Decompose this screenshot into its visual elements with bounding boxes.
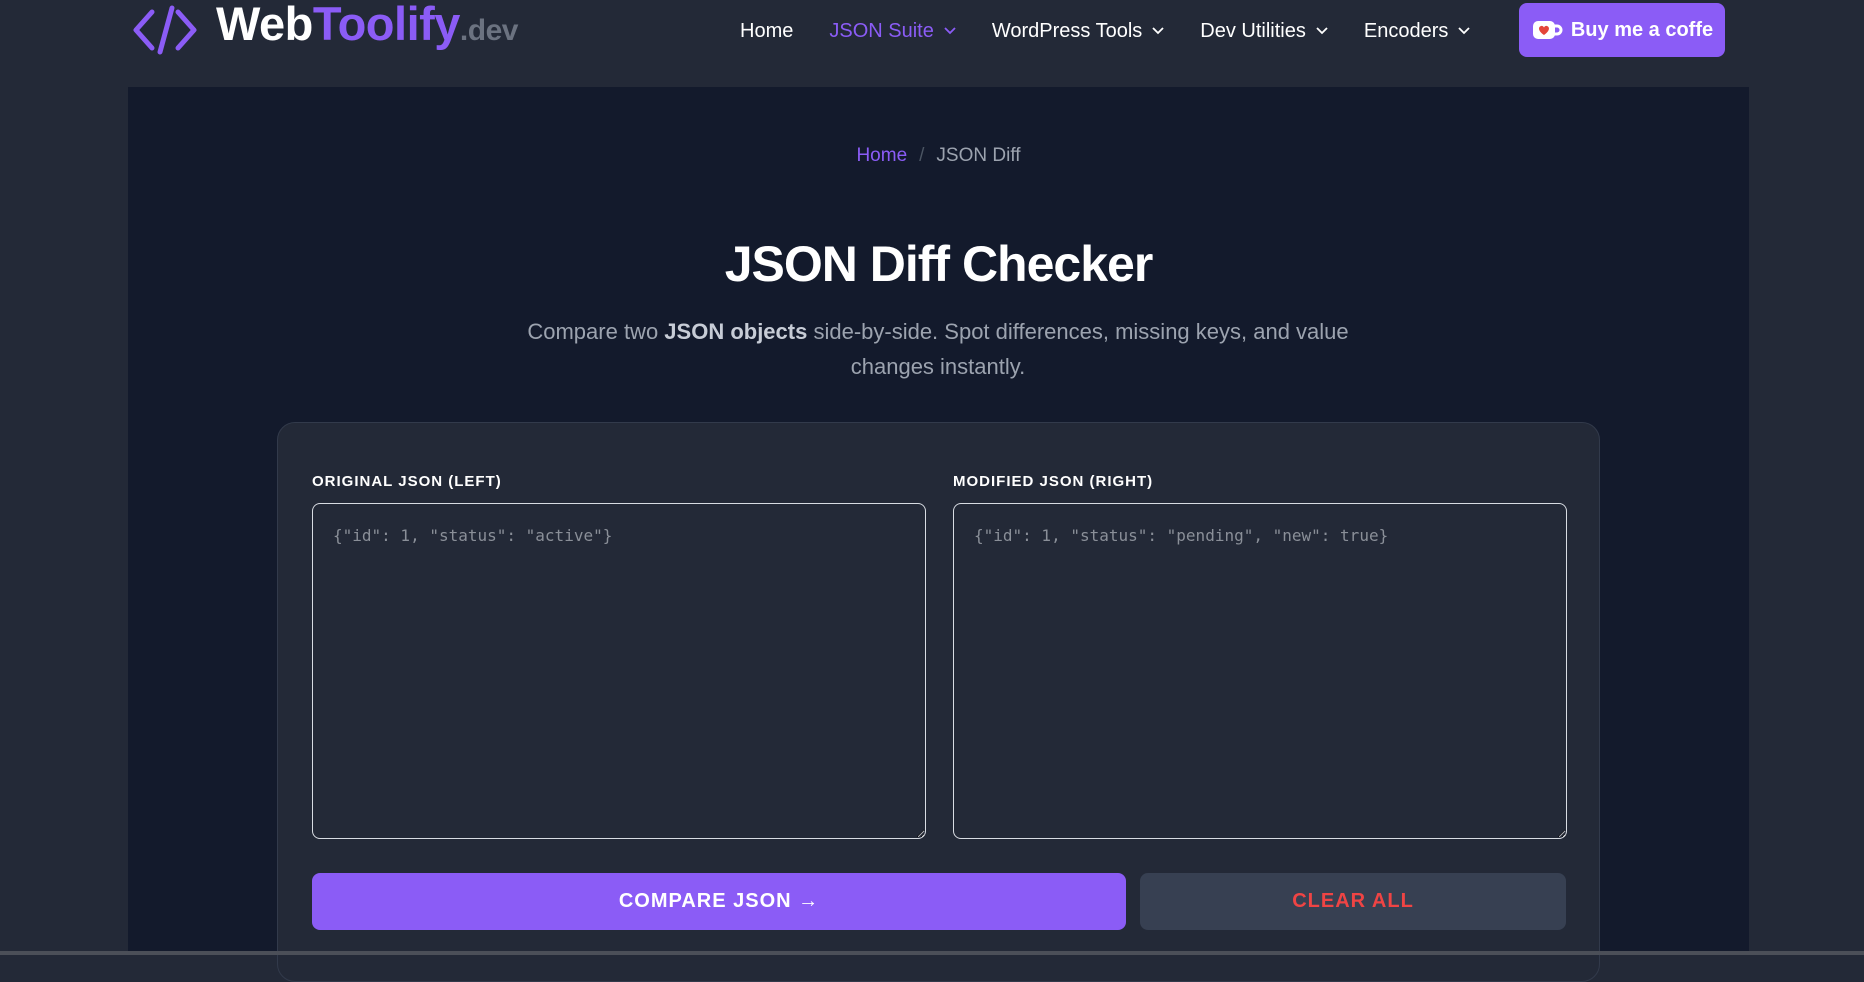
nav-item-label: Dev Utilities <box>1200 19 1306 42</box>
compare-json-button[interactable]: COMPARE JSON → <box>312 873 1126 930</box>
logo-dev-text: .dev <box>459 13 519 47</box>
logo-web-text: Web <box>216 0 313 50</box>
nav-menu: Home JSON Suite WordPress Tools Dev Util… <box>740 0 1506 62</box>
page-description-text-end: side-by-side. Spot differences, missing … <box>807 319 1349 379</box>
breadcrumb: Home / JSON Diff <box>128 145 1749 167</box>
buy-me-a-coffee-button[interactable]: Buy me a coffe <box>1519 3 1725 57</box>
coffee-cup-icon <box>1532 21 1563 39</box>
page-description: Compare two JSON objects side-by-side. S… <box>498 314 1378 384</box>
chevron-down-icon <box>1458 27 1470 35</box>
chevron-down-icon <box>944 27 956 35</box>
modified-json-input[interactable] <box>953 503 1567 839</box>
logo-toolify-text: Toolify <box>312 0 461 50</box>
page-description-text: Compare two <box>527 319 665 344</box>
buy-button-label: Buy me a coffe <box>1570 18 1714 41</box>
nav-item-json-suite[interactable]: JSON Suite <box>829 19 956 43</box>
code-brackets-icon <box>133 5 197 55</box>
site-logo[interactable]: WebToolify.dev <box>130 0 518 60</box>
original-json-label: ORIGINAL JSON (LEFT) <box>312 473 502 490</box>
breadcrumb-home-link[interactable]: Home <box>856 145 907 166</box>
breadcrumb-separator: / <box>919 145 925 166</box>
nav-item-wordpress-tools[interactable]: WordPress Tools <box>992 20 1164 43</box>
clear-all-button[interactable]: CLEAR ALL <box>1140 873 1566 930</box>
modified-json-label: MODIFIED JSON (RIGHT) <box>953 473 1154 490</box>
nav-item-label: WordPress Tools <box>991 19 1143 42</box>
nav-item-label: JSON Suite <box>829 19 934 42</box>
bottom-scroll-edge <box>0 951 1864 955</box>
breadcrumb-current: JSON Diff <box>936 145 1021 166</box>
nav-item-home[interactable]: Home <box>740 20 793 43</box>
chevron-down-icon <box>1152 27 1164 35</box>
original-json-input[interactable] <box>312 503 926 839</box>
chevron-down-icon <box>1316 27 1328 35</box>
nav-item-dev-utilities[interactable]: Dev Utilities <box>1200 20 1328 43</box>
nav-item-label: Encoders <box>1363 19 1449 42</box>
nav-item-encoders[interactable]: Encoders <box>1364 20 1471 43</box>
top-navigation: WebToolify.dev Home JSON Suite WordPress… <box>0 0 1864 80</box>
page-description-bold: JSON objects <box>664 319 808 344</box>
json-diff-card: ORIGINAL JSON (LEFT) MODIFIED JSON (RIGH… <box>277 422 1600 982</box>
page-title: JSON Diff Checker <box>724 236 1154 292</box>
nav-item-label: Home <box>740 19 794 42</box>
main-content: Home / JSON Diff JSON Diff Checker Compare… <box>128 87 1749 982</box>
logo-wordmark: WebToolify.dev <box>216 0 518 61</box>
